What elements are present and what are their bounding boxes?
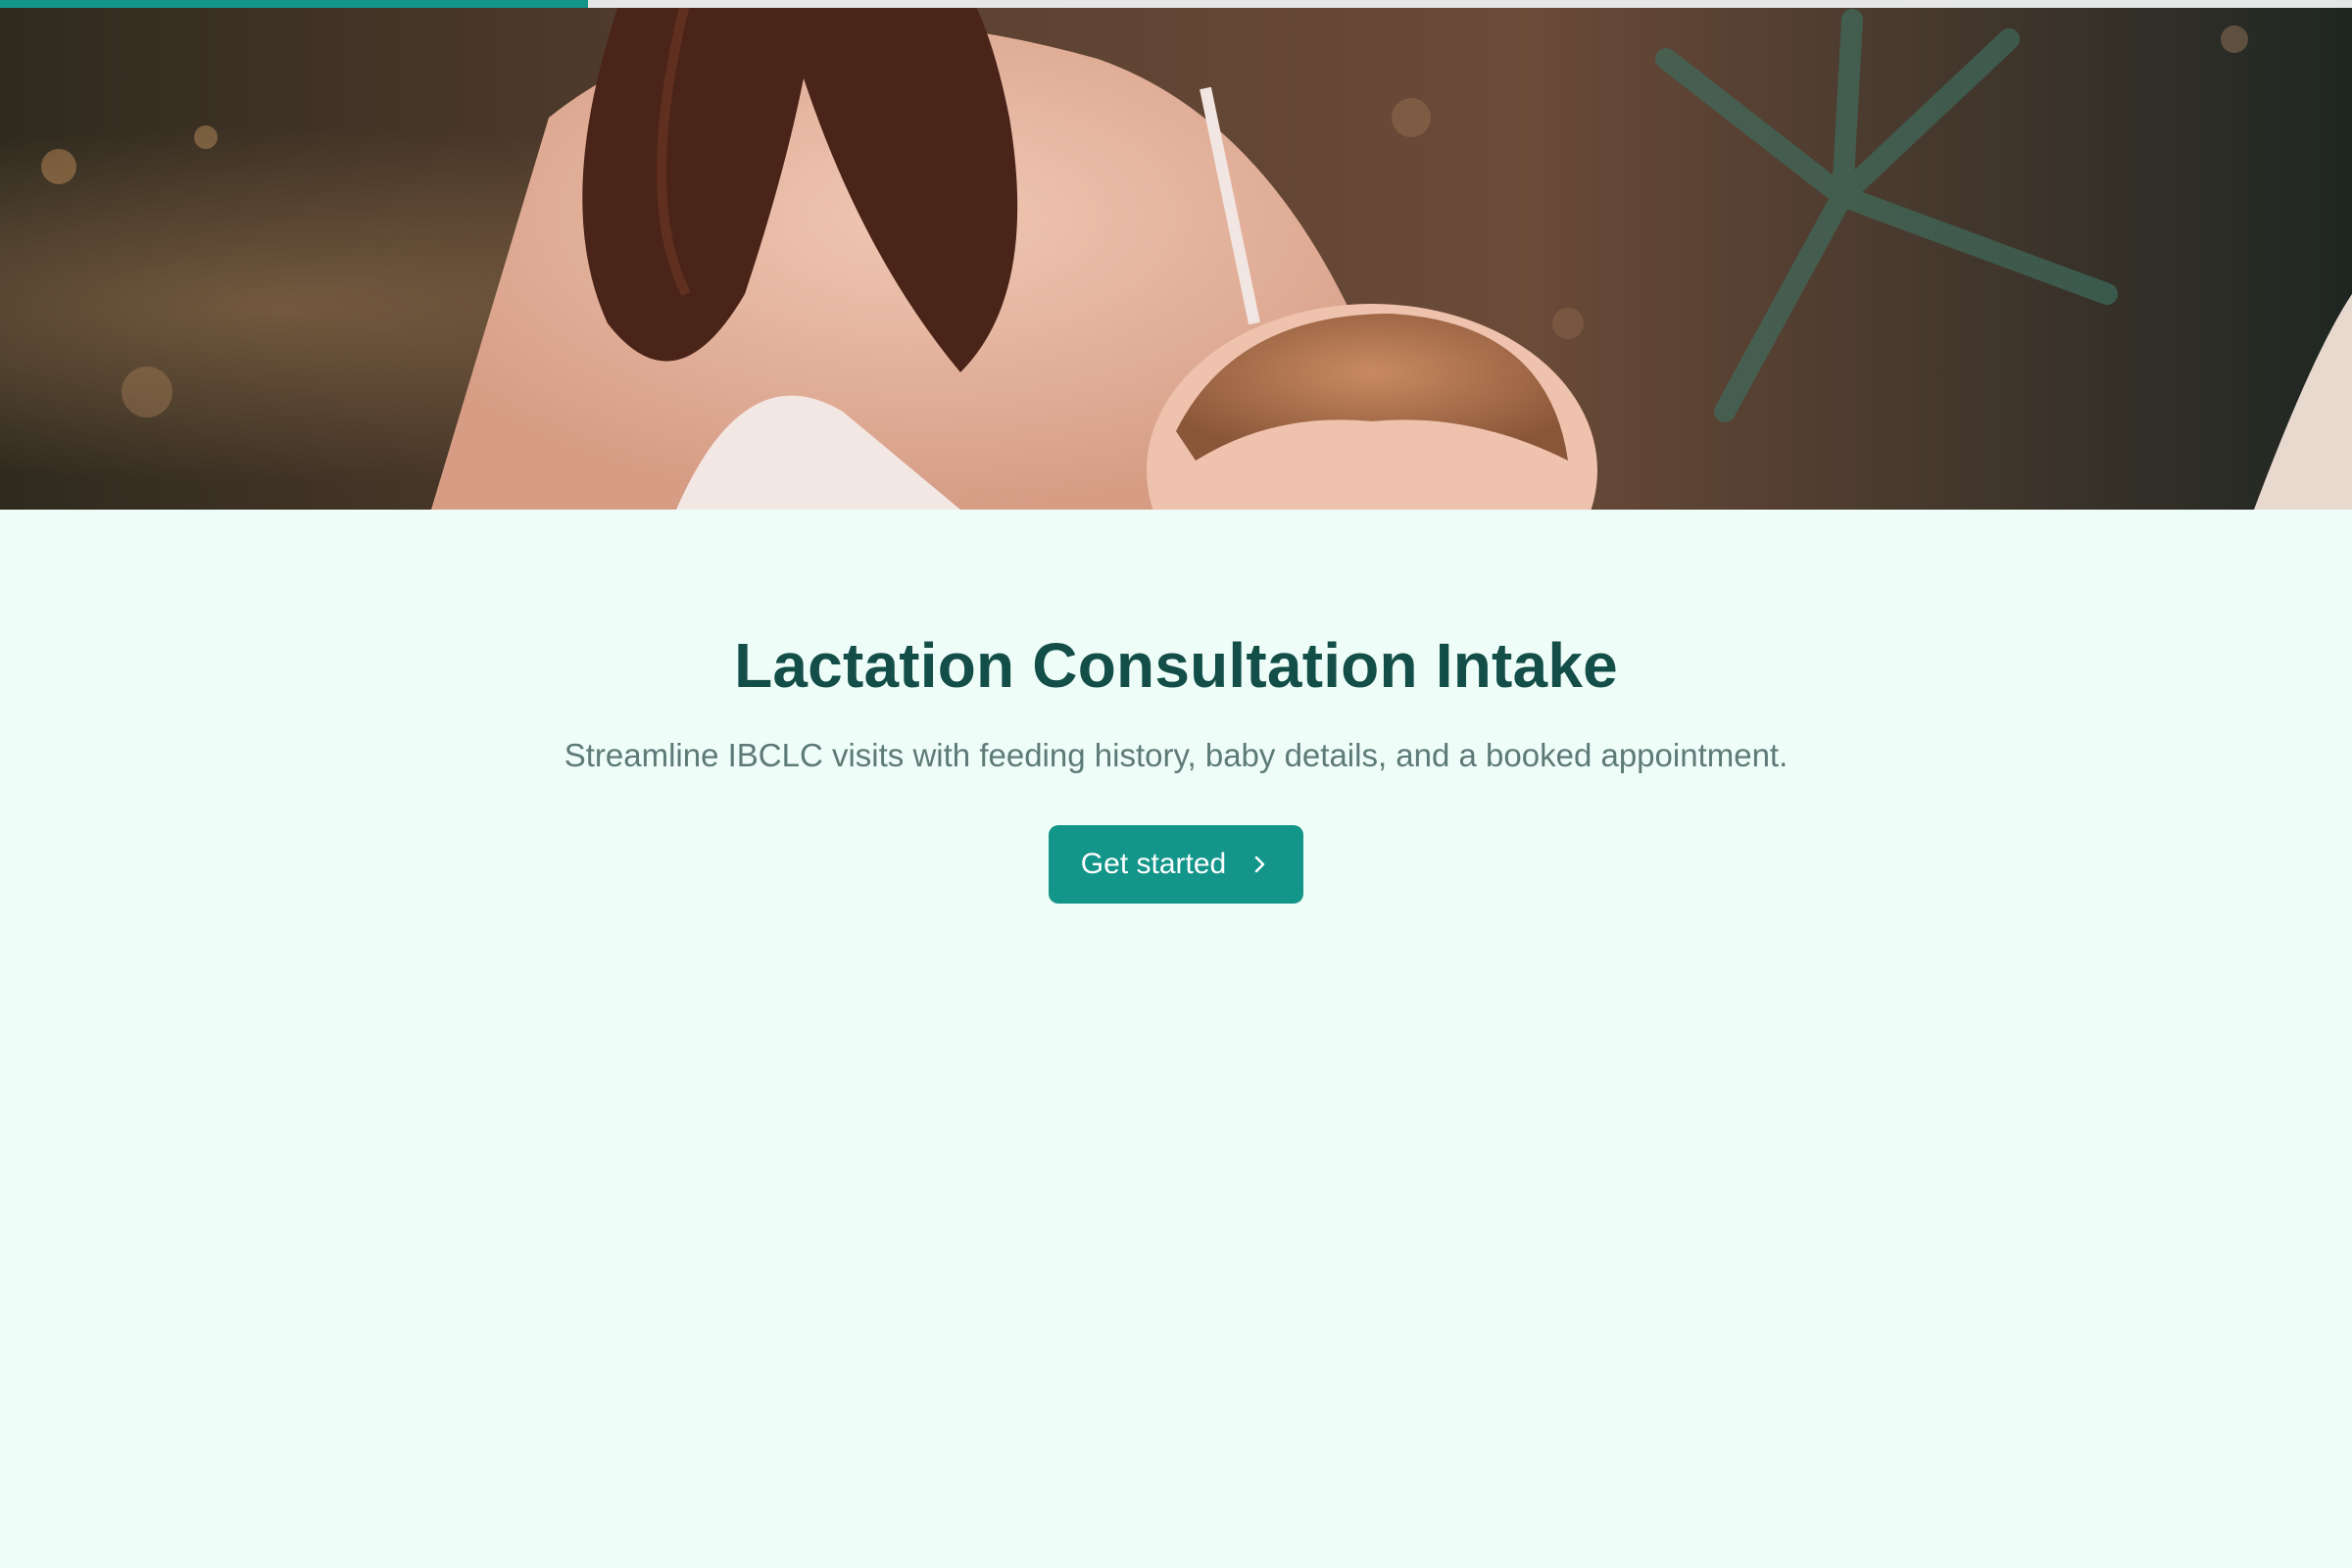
hero-image <box>0 0 2352 510</box>
page-subtitle: Streamline IBCLC visits with feeding his… <box>564 737 1788 773</box>
chevron-right-icon <box>1248 853 1271 876</box>
get-started-label: Get started <box>1080 848 1227 880</box>
progress-bar <box>0 0 2352 8</box>
get-started-button[interactable]: Get started <box>1049 825 1303 904</box>
intake-hero-content: Lactation Consultation Intake Streamline… <box>0 510 2352 904</box>
page-title: Lactation Consultation Intake <box>734 630 1618 701</box>
progress-bar-fill <box>0 0 588 8</box>
